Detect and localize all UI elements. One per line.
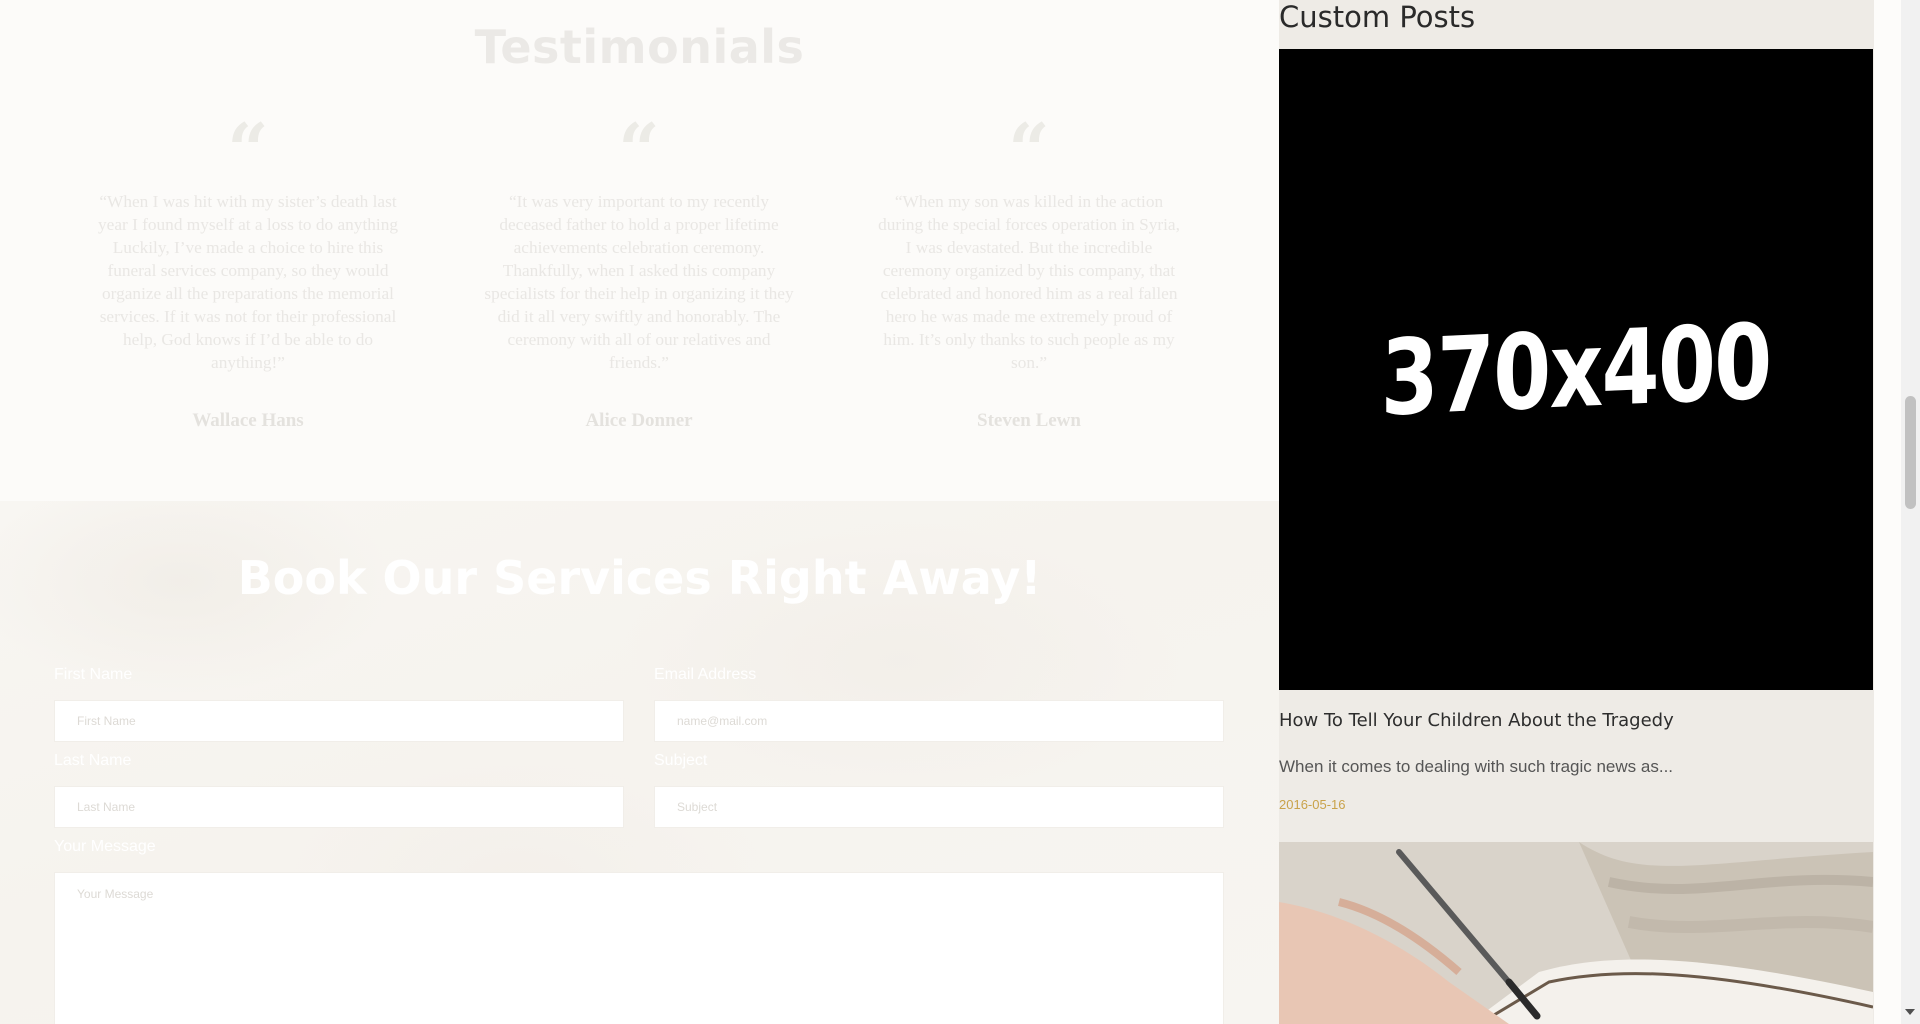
post-thumbnail-hand-writing[interactable] [1279,842,1873,1024]
quote-icon: “ [227,120,269,164]
scrollbar-thumb[interactable] [1905,396,1916,509]
testimonial-author: Wallace Hans [192,410,304,431]
hand-writing-photo-icon [1279,842,1873,1024]
testimonial-card: “ “When I was hit with my sister’s death… [93,120,403,431]
post-date: 2016-05-16 [1279,797,1346,812]
message-textarea[interactable] [54,872,1224,1024]
post-excerpt: When it comes to dealing with such tragi… [1279,757,1674,776]
email-label: Email Address [654,666,757,683]
testimonials-section: Testimonials “ “When I was hit with my s… [0,0,1279,501]
testimonial-author: Alice Donner [585,410,693,431]
page-scrollbar[interactable] [1901,0,1920,1024]
testimonial-card: “ “It was very important to my recently … [484,120,794,431]
subject-label: Subject [654,752,708,769]
message-label: Your Message [54,838,156,855]
sidebar-custom-posts: Custom Posts 370x400 How To Tell Your Ch… [1279,0,1874,1024]
post-thumbnail[interactable]: 370x400 [1279,49,1873,690]
testimonial-card: “ “When my son was killed in the action … [874,120,1184,431]
email-input[interactable] [654,700,1224,742]
quote-icon: “ [1008,120,1050,164]
subject-input[interactable] [654,786,1224,828]
testimonial-author: Steven Lewn [977,410,1081,431]
first-name-label: First Name [54,666,133,683]
sidebar-title: Custom Posts [1279,0,1476,34]
testimonial-quote: “When I was hit with my sister’s death l… [98,192,398,372]
last-name-label: Last Name [54,752,132,769]
placeholder-image-text: 370x400 [1381,299,1771,440]
testimonials-title: Testimonials [474,20,805,74]
booking-title: Book Our Services Right Away! [237,551,1042,605]
booking-section: Book Our Services Right Away! First Name… [0,501,1279,1024]
quote-icon: “ [618,120,660,164]
post-title-link[interactable]: How To Tell Your Children About the Trag… [1279,710,1674,731]
scroll-down-arrow-icon[interactable] [1905,1009,1915,1015]
main-content: Testimonials “ “When I was hit with my s… [0,0,1279,1024]
testimonial-quote: “When my son was killed in the action du… [878,192,1180,372]
first-name-input[interactable] [54,700,624,742]
testimonial-quote: “It was very important to my recently de… [484,192,794,372]
last-name-input[interactable] [54,786,624,828]
